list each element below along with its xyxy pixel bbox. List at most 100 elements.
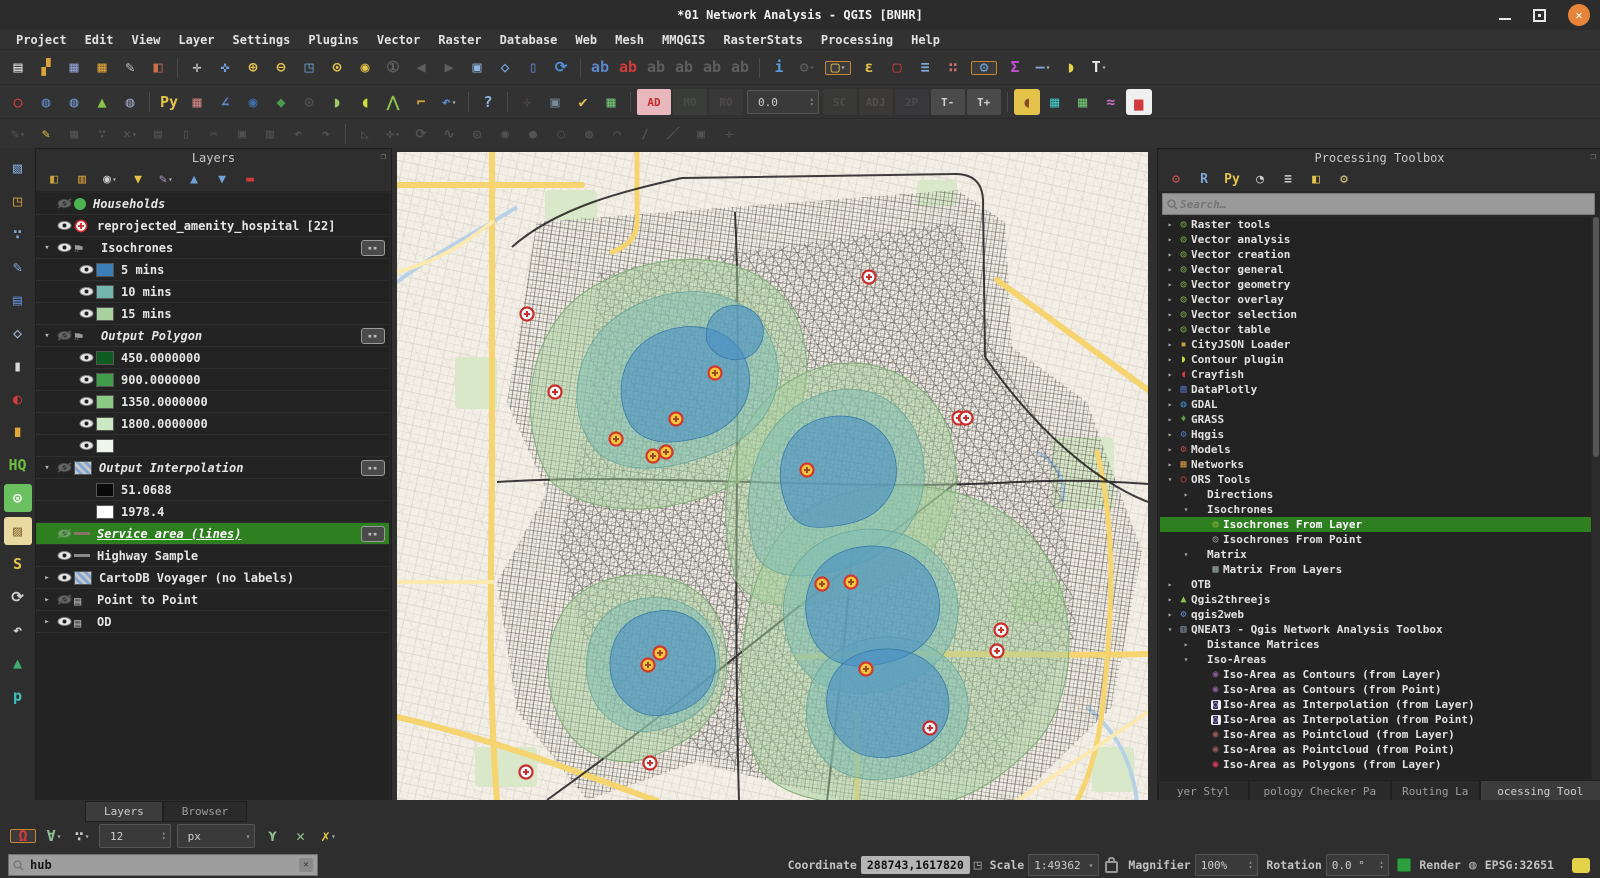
- processing-item-vector-analysis[interactable]: ▸◎Vector analysis: [1160, 232, 1591, 247]
- expander-icon[interactable]: ▸: [40, 573, 54, 583]
- globe-view-button[interactable]: ◉: [240, 89, 266, 115]
- layer-item-1350-0000000[interactable]: 1350.0000000: [36, 391, 389, 413]
- expander-icon[interactable]: ▸: [1180, 640, 1192, 649]
- p-circle-plugin-button[interactable]: p: [4, 682, 32, 710]
- expander-icon[interactable]: ▸: [1164, 580, 1176, 589]
- add-database-layer-button[interactable]: ▮: [4, 352, 32, 380]
- show-bookmarks-button[interactable]: ▯: [520, 55, 546, 81]
- eye-visible-icon[interactable]: [57, 616, 72, 627]
- text-smaller-button[interactable]: T-: [931, 89, 965, 115]
- processing-search-input[interactable]: [1178, 197, 1590, 212]
- deselect-all-button[interactable]: ▢: [884, 55, 910, 81]
- rotate-point-symbols-button[interactable]: ✛: [716, 121, 742, 147]
- vertex-tool-button[interactable]: ✕▾: [117, 121, 143, 147]
- snapping-on-intersection-button[interactable]: ✕: [287, 823, 313, 849]
- layer-item-highway-sample[interactable]: Highway Sample: [36, 545, 389, 567]
- filter-legend-button[interactable]: ▼: [125, 168, 151, 190]
- pan-map-button[interactable]: ✛: [184, 55, 210, 81]
- eye-box[interactable]: [76, 396, 96, 407]
- dataplotly-button[interactable]: ▦: [184, 89, 210, 115]
- cad-2p-button[interactable]: 2P: [895, 89, 929, 115]
- eye-box[interactable]: [76, 308, 96, 319]
- statistical-summary-button[interactable]: ∷: [940, 55, 966, 81]
- processing-item-directions[interactable]: ▸Directions: [1160, 487, 1591, 502]
- rotation-spin[interactable]: 0.0 ° ▴▾: [1326, 854, 1390, 876]
- layer-item-cartodb-voyager-no-labels[interactable]: ▸CartoDB Voyager (no labels): [36, 567, 389, 589]
- add-ring-button[interactable]: ◎: [464, 121, 490, 147]
- eye-box[interactable]: [54, 220, 74, 231]
- processing-item-dataplotly[interactable]: ▸▤DataPlotly: [1160, 382, 1591, 397]
- eye-visible-icon[interactable]: [79, 374, 94, 385]
- options-wrench-button[interactable]: ⚙: [1331, 168, 1357, 190]
- enable-advanced-digitizing-button[interactable]: ◺: [352, 121, 378, 147]
- layer-item-households[interactable]: Households: [36, 193, 389, 215]
- expander-icon[interactable]: ▸: [1164, 235, 1176, 244]
- data-source-manager-button[interactable]: ▧: [4, 154, 32, 182]
- tab-layers[interactable]: Layers: [85, 801, 163, 822]
- history-button[interactable]: ◔: [1247, 168, 1273, 190]
- refresh-map-button[interactable]: ⟳: [548, 55, 574, 81]
- clear-locator-icon[interactable]: ✕: [299, 858, 313, 872]
- layer-item-15-mins[interactable]: 15 mins: [36, 303, 389, 325]
- coordinate-value[interactable]: 288743,1617820: [861, 856, 970, 874]
- crs-value[interactable]: EPSG:32651: [1485, 858, 1554, 872]
- select-features-button[interactable]: ▢▾: [825, 61, 851, 75]
- processing-item-contour-plugin[interactable]: ▸◗Contour plugin: [1160, 352, 1591, 367]
- results-table-button[interactable]: ▦: [598, 89, 624, 115]
- processing-item-cityjson-loader[interactable]: ▸▪CityJSON Loader: [1160, 337, 1591, 352]
- layer-item-isochrones[interactable]: ▾⚑⚑Isochrones▪▪: [36, 237, 389, 259]
- cad-ro-button[interactable]: RO: [709, 89, 743, 115]
- make-plot-button[interactable]: ∠: [212, 89, 238, 115]
- undo-plugin-button[interactable]: ↶: [4, 616, 32, 644]
- maximize-button[interactable]: [1533, 9, 1546, 22]
- processing-item-iso-area-as-pointcloud-from-point[interactable]: ◉Iso-Area as Pointcloud (from Point): [1160, 742, 1591, 757]
- layer-item-output-polygon[interactable]: ▾⚑⚑Output Polygon▪▪: [36, 325, 389, 347]
- open-attribute-table-button[interactable]: ≡: [912, 55, 938, 81]
- undo-button[interactable]: ↶: [285, 121, 311, 147]
- results-viewer-button[interactable]: ≡: [1275, 168, 1301, 190]
- expander-icon[interactable]: ▾: [40, 331, 54, 341]
- spin-arrows-icon[interactable]: ▴▾: [162, 831, 166, 841]
- histogram-plugin-button[interactable]: ▅: [1126, 89, 1152, 115]
- menu-mmqgis[interactable]: MMQGIS: [654, 32, 713, 48]
- check-geometries-button[interactable]: ✔: [570, 89, 596, 115]
- expander-icon[interactable]: ▸: [1164, 385, 1176, 394]
- menu-layer[interactable]: Layer: [170, 32, 222, 48]
- street-view-button[interactable]: ▣: [542, 89, 568, 115]
- eye-visible-icon[interactable]: [79, 352, 94, 363]
- expander-icon[interactable]: ▸: [1164, 460, 1176, 469]
- menu-plugins[interactable]: Plugins: [300, 32, 367, 48]
- paste-features-button[interactable]: ▥: [257, 121, 283, 147]
- expand-all-button[interactable]: ▲: [181, 168, 207, 190]
- text-bigger-button[interactable]: T+: [967, 89, 1001, 115]
- cut-features-button[interactable]: ✂: [201, 121, 227, 147]
- models-menu-button[interactable]: ⚙: [1163, 168, 1189, 190]
- zoom-native-button[interactable]: ①: [380, 55, 406, 81]
- add-mesh-layer-button[interactable]: ▤: [4, 286, 32, 314]
- eye-visible-icon[interactable]: [79, 308, 94, 319]
- minimize-button[interactable]: [1499, 10, 1511, 20]
- expander-icon[interactable]: ▸: [1164, 295, 1176, 304]
- close-button[interactable]: ✕: [1568, 4, 1590, 26]
- new-project-button[interactable]: ▤: [5, 55, 31, 81]
- memory-layer-indicator-icon[interactable]: ▪▪: [361, 328, 385, 344]
- reshape-features-button[interactable]: ∕: [632, 121, 658, 147]
- expander-icon[interactable]: ▸: [1164, 595, 1176, 604]
- pin-labels-button[interactable]: ab: [615, 55, 641, 81]
- snapping-type-button[interactable]: ∵▾: [69, 823, 95, 849]
- eye-box[interactable]: [54, 550, 74, 561]
- manage-map-themes-button[interactable]: ◉▾: [97, 168, 123, 190]
- menu-database[interactable]: Database: [492, 32, 566, 48]
- eye-box[interactable]: [54, 242, 74, 253]
- expander-icon[interactable]: ▸: [1164, 430, 1176, 439]
- redo-button[interactable]: ↷: [313, 121, 339, 147]
- add-feature-button[interactable]: ∵: [89, 121, 115, 147]
- processing-item-isochrones-from-point[interactable]: ◎Isochrones From Point: [1160, 532, 1591, 547]
- eye-hidden-icon[interactable]: [57, 528, 72, 539]
- zoom-to-layer-button[interactable]: ⊙: [324, 55, 350, 81]
- change-label-button[interactable]: ab: [727, 55, 753, 81]
- enable-snapping-button[interactable]: Ω: [10, 829, 36, 843]
- open-layer-styling-button[interactable]: ◧: [41, 168, 67, 190]
- expander-icon[interactable]: ▸: [1164, 355, 1176, 364]
- processing-item-isochrones[interactable]: ▾Isochrones: [1160, 502, 1591, 517]
